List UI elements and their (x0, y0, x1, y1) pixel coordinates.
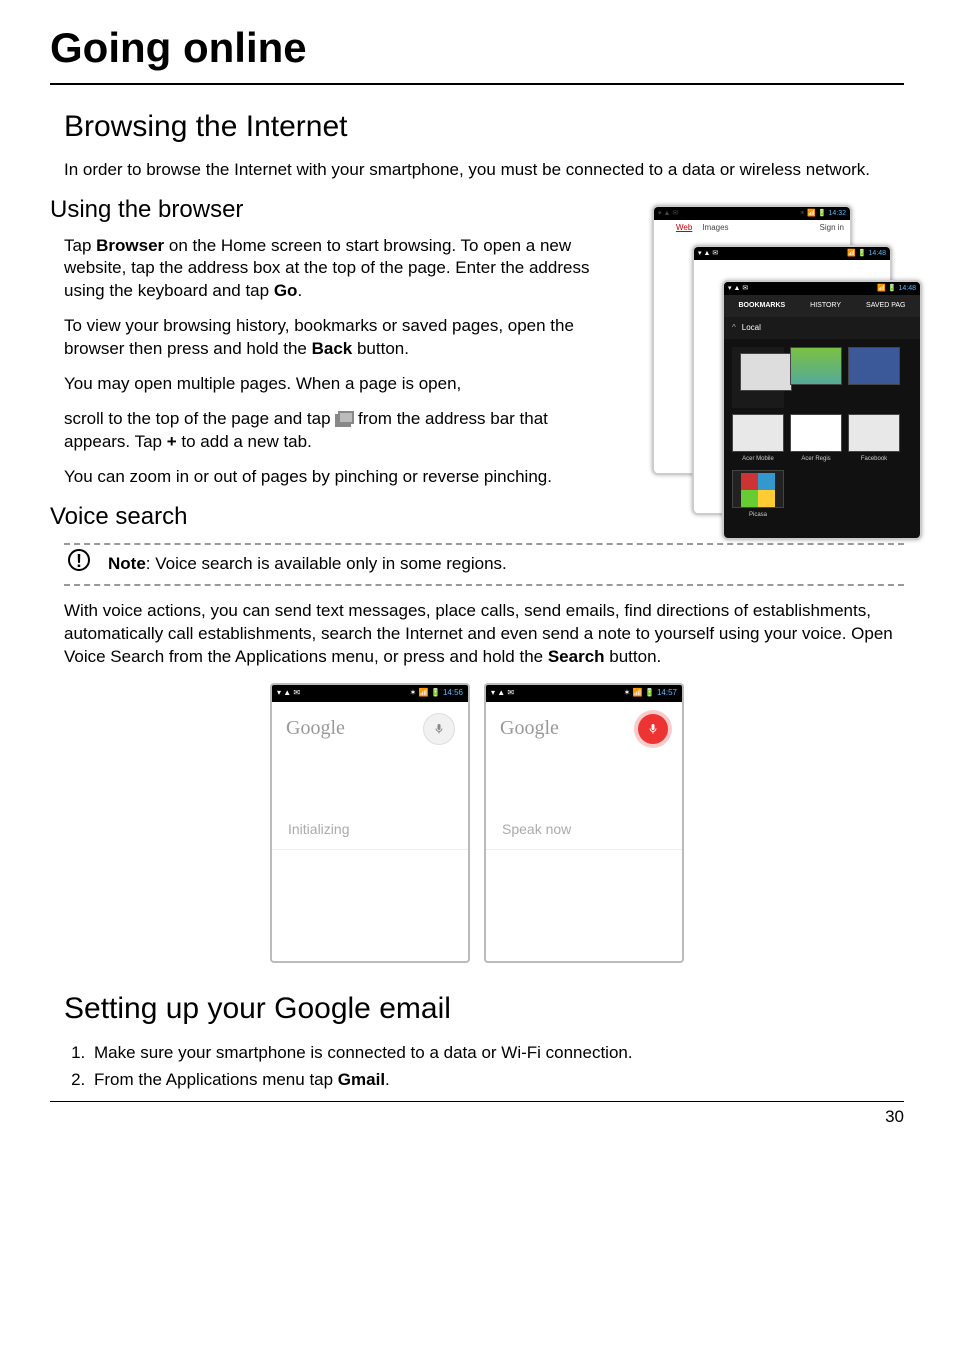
text: . (385, 1070, 390, 1089)
status-icons: ▾ ▲ ✉ (277, 688, 300, 699)
tab-web: Web (676, 223, 692, 234)
text: With voice actions, you can send text me… (64, 601, 893, 666)
signin-link: Sign in (820, 223, 844, 234)
text-bold: + (167, 432, 177, 451)
status-time: 14:57 (657, 688, 677, 697)
browser-p3: You may open multiple pages. When a page… (64, 373, 590, 396)
text: button. (605, 647, 662, 666)
browser-p5: You can zoom in or out of pages by pinch… (64, 466, 590, 489)
screenshot-bookmarks: ▾ ▲ ✉ 📶 🔋 14:48 BOOKMARKS HISTORY SAVED P… (722, 280, 922, 540)
intro-paragraph: In order to browse the Internet with you… (64, 159, 904, 182)
bookmark-thumb (848, 347, 900, 408)
tab-history: HISTORY (810, 301, 841, 310)
browser-p4: scroll to the top of the page and tap fr… (64, 408, 590, 454)
text: to add a new tab. (177, 432, 312, 451)
tab-images: Images (702, 223, 728, 234)
page-number: 30 (50, 1101, 904, 1129)
voice-paragraph: With voice actions, you can send text me… (64, 600, 904, 669)
bookmark-thumb-register: Acer Regis (790, 414, 842, 463)
list-item: From the Applications menu tap Gmail. (90, 1069, 904, 1092)
status-right: ✶ 📶 🔋 14:57 (624, 688, 677, 699)
bookmark-thumb-picasa: Picasa (732, 470, 784, 519)
status-right: 📶 🔋 14:48 (877, 284, 916, 293)
steps-list: Make sure your smartphone is connected t… (90, 1042, 904, 1092)
status-right: ✶ 📶 🔋 14:32 (799, 209, 846, 218)
voice-status: Speak now (486, 750, 682, 850)
status-right: ✶ 📶 🔋 14:56 (410, 688, 463, 699)
status-time: 14:48 (868, 250, 886, 257)
screenshot-voice-init: ▾ ▲ ✉ ✶ 📶 🔋 14:56 Google Initializing (270, 683, 470, 963)
note-text: : Voice search is available only in some… (146, 554, 507, 573)
browser-p2: To view your browsing history, bookmarks… (64, 315, 590, 361)
note-label: Note (108, 554, 146, 573)
status-icons: ▾ ▲ ✉ (728, 284, 748, 293)
text-bold: Go (274, 281, 298, 300)
tabs-icon (335, 411, 353, 427)
status-right: 📶 🔋 14:48 (847, 249, 886, 258)
bookmark-thumb-acer: Acer Mobile (732, 414, 784, 463)
bookmarks-folder-local: Local (724, 317, 920, 340)
bookmark-thumb-facebook: Facebook (848, 414, 900, 463)
google-logo: Google (500, 715, 559, 742)
mic-icon-active (638, 714, 668, 744)
mic-icon (424, 714, 454, 744)
bookmark-thumb (790, 347, 842, 408)
status-icons: ▾ ▲ ✉ (698, 249, 718, 258)
text-bold: Back (312, 339, 353, 358)
status-time: 14:48 (898, 285, 916, 292)
text-bold: Gmail (338, 1070, 385, 1089)
text: From the Applications menu tap (94, 1070, 338, 1089)
page-title: Going online (50, 20, 904, 85)
warning-icon: ! (68, 549, 90, 571)
bookmark-thumb (732, 347, 784, 408)
list-item: Make sure your smartphone is connected t… (90, 1042, 904, 1065)
text: button. (352, 339, 409, 358)
section-heading-google-email: Setting up your Google email (64, 989, 904, 1030)
screenshot-voice-row: ▾ ▲ ✉ ✶ 📶 🔋 14:56 Google Initializing ▾ ▲… (50, 683, 904, 963)
status-time: 14:32 (828, 210, 846, 217)
text: . (297, 281, 302, 300)
section-heading-browsing: Browsing the Internet (64, 107, 904, 148)
status-time: 14:56 (443, 688, 463, 697)
voice-status: Initializing (272, 750, 468, 850)
tab-bookmarks: BOOKMARKS (739, 301, 786, 310)
text-bold: Browser (96, 236, 164, 255)
note-box: ! Note: Voice search is available only i… (64, 543, 904, 586)
browser-p1: Tap Browser on the Home screen to start … (64, 235, 590, 304)
text-bold: Search (548, 647, 605, 666)
text: Tap (64, 236, 96, 255)
tab-saved: SAVED PAG (866, 301, 905, 310)
text: scroll to the top of the page and tap (64, 409, 335, 428)
status-icons: ▾ ▲ ✉ (658, 209, 678, 218)
status-icons: ▾ ▲ ✉ (491, 688, 514, 699)
screenshot-voice-speak: ▾ ▲ ✉ ✶ 📶 🔋 14:57 Google Speak now (484, 683, 684, 963)
google-logo: Google (286, 715, 345, 742)
screenshot-browser-stack: ▾ ▲ ✉ ✶ 📶 🔋 14:32 Web Images Sign in ▾ ▲ … (652, 205, 922, 545)
